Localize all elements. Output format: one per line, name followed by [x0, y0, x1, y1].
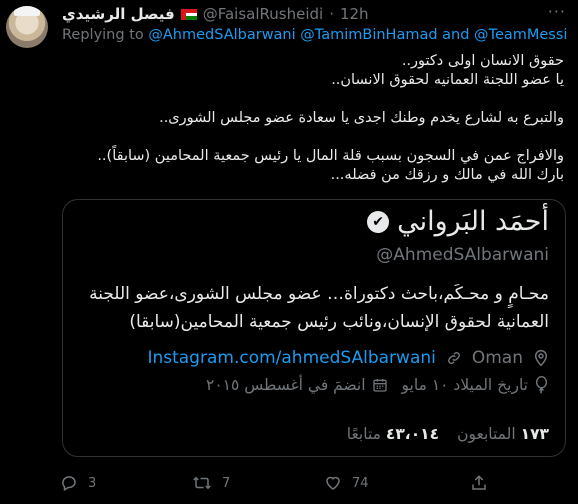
card-joined: انضمَ في أغسطس ٢٠١٥ — [206, 376, 366, 394]
card-birth-row: تاريخ الميلاد ١٠ مايو — [402, 376, 549, 394]
card-handle[interactable]: @AhmedSAlbarwani — [376, 245, 549, 265]
replying-mentions[interactable]: @AhmedSAlbarwani @TamimBinHamad and @Tea… — [148, 27, 567, 43]
tweet-line: والافراج عمن في السجون بسبب قلة المال يا… — [97, 148, 564, 164]
card-birth: تاريخ الميلاد ١٠ مايو — [401, 376, 528, 394]
card-follow-stats: ١٧٣ المتابعون ٤٣،٠١٤ متابعًا — [347, 425, 549, 443]
followers-label: متابعًا — [346, 425, 381, 443]
link-icon — [446, 350, 462, 366]
tweet-time[interactable]: 12h — [340, 5, 369, 23]
calendar-icon — [372, 377, 388, 393]
retweet-count: 7 — [222, 475, 231, 491]
following-label: المتابعون — [457, 425, 516, 443]
card-bio-line: محـامٍ و محـكَم،باحث دكتوراة… عضو مجلس ا… — [89, 284, 549, 304]
followers-count: ٤٣،٠١٤ — [385, 425, 440, 443]
tweet-line — [64, 128, 564, 147]
card-meta: تاريخ الميلاد ١٠ مايو انضمَ في أغسطس ٢٠١… — [206, 376, 549, 394]
retweet-icon — [192, 474, 212, 492]
tweet-line: يا عضو اللجنة العمانيه لحقوق الانسان.. — [331, 72, 564, 88]
share-icon — [470, 474, 488, 492]
card-name-row: أحمَد البَرواني ✔ — [367, 206, 549, 237]
card-display-name[interactable]: أحمَد البَرواني — [397, 206, 549, 237]
like-button[interactable]: 74 — [324, 474, 369, 492]
tweet-header: فيصل الرشيدي @FaisalRusheidi · 12h — [62, 3, 369, 25]
tweet-line: والتبرع به لشارع يخدم وطنك اجدى يا سعادة… — [159, 110, 564, 126]
following-stat[interactable]: ١٧٣ المتابعون — [457, 425, 549, 443]
author-name[interactable]: فيصل الرشيدي — [62, 5, 175, 23]
retweet-button[interactable]: 7 — [192, 474, 230, 492]
replying-prefix: Replying to — [62, 27, 144, 43]
verified-badge-icon: ✔ — [367, 210, 390, 233]
location-pin-icon — [533, 349, 549, 367]
reply-icon — [60, 474, 78, 492]
reply-count: 3 — [88, 475, 97, 491]
author-avatar[interactable] — [6, 6, 48, 48]
heart-icon — [324, 474, 342, 492]
following-count: ١٧٣ — [520, 425, 549, 443]
balloon-icon — [534, 376, 549, 394]
card-website[interactable]: Instagram.com/ahmedSAlbarwani — [147, 348, 435, 368]
tweet-text: حقوق الانسان اولى دكتور.. يا عضو اللجنة … — [64, 52, 564, 185]
reply-button[interactable]: 3 — [60, 474, 96, 492]
card-links: Instagram.com/ahmedSAlbarwani Oman — [147, 348, 549, 368]
tweet-line: بارك الله في مالك و رزقك من فضله... — [330, 167, 564, 183]
tweet-line: حقوق الانسان اولى دكتور.. — [401, 53, 564, 69]
tweet-line — [64, 90, 564, 109]
share-button[interactable] — [470, 474, 488, 492]
card-bio-line: العمانية لحقوق الإنسان،ونائب رئيس جمعية … — [129, 312, 549, 332]
replying-to: Replying to @AhmedSAlbarwani @TamimBinHa… — [62, 27, 567, 43]
profile-card[interactable]: أحمَد البَرواني ✔ @AhmedSAlbarwani محـام… — [62, 199, 566, 457]
header-separator: · — [329, 5, 334, 23]
more-options-icon[interactable]: ··· — [548, 2, 566, 21]
tweet-actions: 3 7 74 — [60, 474, 500, 494]
like-count: 74 — [352, 475, 369, 491]
card-joined-row: انضمَ في أغسطس ٢٠١٥ — [206, 376, 388, 394]
card-location: Oman — [471, 348, 523, 368]
card-bio: محـامٍ و محـكَم،باحث دكتوراة… عضو مجلس ا… — [79, 280, 549, 336]
author-handle[interactable]: @FaisalRusheidi — [203, 5, 323, 23]
followers-stat[interactable]: ٤٣،٠١٤ متابعًا — [347, 425, 439, 443]
oman-flag-icon — [180, 8, 197, 20]
